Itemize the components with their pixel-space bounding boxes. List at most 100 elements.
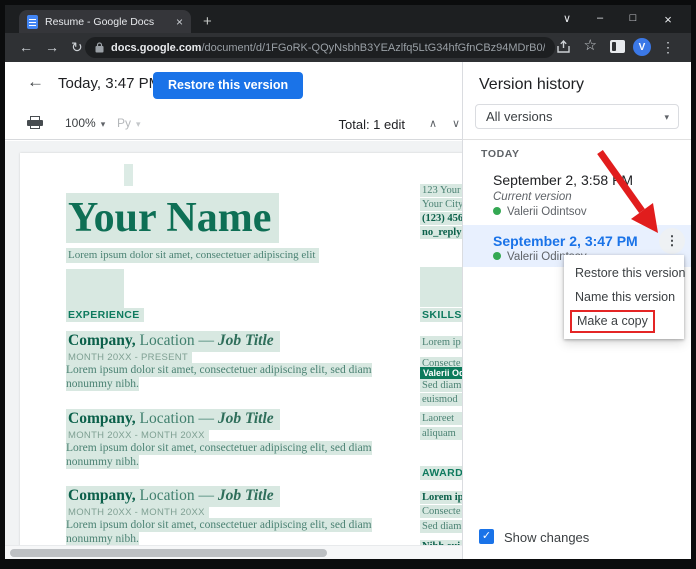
panel-footer: ✓ Show changes: [463, 517, 691, 559]
version-item-title[interactable]: September 2, 3:47 PM: [493, 233, 638, 249]
version-options-kebab-icon[interactable]: ⋮: [659, 228, 685, 254]
address-bar[interactable]: docs.google.com/document/d/1FGoRK-QQyNsb…: [85, 37, 555, 58]
menu-item-restore-this-version[interactable]: Restore this version: [564, 261, 685, 285]
experience-heading: EXPERIENCE: [66, 308, 144, 322]
highlight-block: [124, 164, 133, 186]
version-group-label: TODAY: [481, 148, 520, 160]
author-dot-icon: [493, 252, 501, 260]
preview-toolbar: 100% ▾ Py ▾ Total: 1 edit ∧ ∨: [5, 106, 462, 140]
author-dot-icon: [493, 207, 501, 215]
document-side: ← Today, 3:47 PM Restore this version 10…: [5, 62, 462, 559]
menu-item-name-this-version[interactable]: Name this version: [564, 285, 684, 309]
print-icon[interactable]: [27, 116, 43, 129]
maximize-button[interactable]: □: [625, 12, 641, 24]
google-docs-icon: [27, 14, 38, 29]
job-description: Lorem ipsum dolor sit amet, consectetuer…: [66, 518, 418, 545]
panel-title: Version history: [479, 76, 584, 93]
restore-this-version-button[interactable]: Restore this version: [153, 72, 304, 99]
red-highlight-box: Make a copy: [570, 310, 655, 333]
job-description-text: Lorem ipsum dolor sit amet, consectetuer…: [66, 441, 372, 469]
version-context-menu: Restore this version Name this version M…: [564, 255, 685, 339]
next-edit-icon[interactable]: ∨: [452, 117, 460, 130]
job-company: Company,: [68, 332, 136, 349]
awards-line: Lorem ip: [420, 491, 462, 504]
job-title-line: Company, Location — Job Title: [66, 409, 280, 430]
reload-icon[interactable]: ↻: [71, 39, 83, 55]
google-docs-app: ← Today, 3:47 PM Restore this version 10…: [5, 62, 691, 559]
version-header: ← Today, 3:47 PM Restore this version: [5, 62, 462, 106]
share-icon[interactable]: [556, 40, 571, 54]
url-domain: docs.google.com: [111, 41, 202, 54]
menu-item-make-a-copy[interactable]: Make a copy: [564, 309, 684, 333]
tab-close-icon[interactable]: ×: [176, 16, 183, 28]
all-versions-dropdown[interactable]: All versions ▾: [475, 104, 679, 129]
job-title-line: Company, Location — Job Title: [66, 486, 280, 507]
resume-name-heading: Your Name: [66, 193, 280, 243]
paragraph-style-value: Py: [117, 116, 132, 130]
highlight-block: [420, 267, 462, 307]
job-company: Company,: [68, 410, 136, 427]
url-path: /document/d/1FGoRK-QQyNsbhB3YEAzlfq5LtG3…: [201, 41, 545, 54]
resume-tagline: Lorem ipsum dolor sit amet, consectetuer…: [66, 248, 320, 263]
version-item-title[interactable]: September 2, 3:58 PM: [493, 172, 633, 188]
url-text: docs.google.com/document/d/1FGoRK-QQyNsb…: [111, 42, 545, 54]
job-location: Location —: [135, 332, 218, 349]
awards-heading: AWARDS: [420, 466, 462, 480]
zoom-select[interactable]: 100% ▾: [65, 116, 105, 130]
contact-line: Your City: [420, 198, 462, 211]
new-tab-button[interactable]: +: [203, 13, 212, 30]
bookmark-star-icon[interactable]: ☆: [584, 38, 597, 54]
job-company: Company,: [68, 487, 136, 504]
version-timestamp-title: Today, 3:47 PM: [58, 75, 162, 92]
job-location: Location —: [135, 410, 218, 427]
skills-line: Sed diam: [420, 379, 462, 392]
side-panel-icon[interactable]: [610, 40, 625, 53]
browser-menu-icon[interactable]: ⋮: [661, 39, 675, 55]
show-changes-label: Show changes: [504, 530, 590, 545]
horizontal-scrollbar[interactable]: [5, 545, 462, 559]
all-versions-value: All versions: [486, 109, 553, 124]
document-page: Your Name Lorem ipsum dolor sit amet, co…: [20, 153, 462, 545]
job-title-line: Company, Location — Job Title: [66, 331, 280, 352]
contact-line: no_reply: [420, 226, 462, 239]
show-changes-checkbox[interactable]: ✓: [479, 529, 494, 544]
paragraph-style-select[interactable]: Py ▾: [117, 116, 141, 130]
profile-avatar[interactable]: V: [633, 38, 651, 56]
skills-line: euismod: [420, 393, 462, 406]
horizontal-scrollbar-thumb[interactable]: [10, 549, 327, 557]
previous-edit-icon[interactable]: ∧: [429, 117, 437, 130]
tab-title: Resume - Google Docs: [45, 15, 155, 28]
current-version-label: Current version: [493, 191, 572, 203]
job-description-text: Lorem ipsum dolor sit amet, consectetuer…: [66, 363, 372, 391]
edit-total-label: Total: 1 edit: [338, 117, 406, 132]
tab-search-icon[interactable]: ∨: [559, 12, 575, 25]
highlight-block: [66, 269, 124, 309]
dropdown-caret-icon: ▾: [664, 112, 669, 122]
browser-titlebar: Resume - Google Docs × + ∨ – □ ×: [5, 5, 691, 33]
job-role: Job Title: [217, 410, 274, 427]
forward-icon[interactable]: →: [45, 39, 59, 55]
back-icon[interactable]: ←: [19, 39, 33, 55]
skills-heading: SKILLS: [420, 308, 462, 322]
skills-line: Laoreet: [420, 412, 462, 425]
window-close-button[interactable]: ×: [660, 12, 676, 27]
job-role: Job Title: [217, 332, 274, 349]
lock-icon: [95, 42, 104, 53]
document-viewport: Your Name Lorem ipsum dolor sit amet, co…: [5, 141, 462, 545]
version-author: Valerii Odintsov: [493, 206, 587, 218]
job-description-text: Lorem ipsum dolor sit amet, consectetuer…: [66, 518, 372, 545]
browser-navbar: ← → ↻ docs.google.com/document/d/1FGoRK-…: [5, 33, 691, 62]
version-history-panel: Version history All versions ▾ TODAY Sep…: [462, 62, 691, 559]
divider: [463, 139, 691, 140]
contact-line: 123 Your: [420, 184, 462, 197]
back-to-document-icon[interactable]: ←: [27, 72, 44, 92]
author-name: Valerii Odintsov: [507, 206, 587, 218]
window-frame: Resume - Google Docs × + ∨ – □ × ← → ↻ d…: [0, 0, 696, 569]
browser-tab[interactable]: Resume - Google Docs ×: [19, 10, 191, 33]
job-location: Location —: [135, 487, 218, 504]
collaborator-cursor-flag: Valerii Od: [420, 367, 462, 379]
skills-line: aliquam: [420, 427, 462, 440]
minimize-button[interactable]: –: [592, 12, 608, 24]
job-description: Lorem ipsum dolor sit amet, consectetuer…: [66, 363, 418, 391]
zoom-caret-icon: ▾: [100, 119, 106, 129]
